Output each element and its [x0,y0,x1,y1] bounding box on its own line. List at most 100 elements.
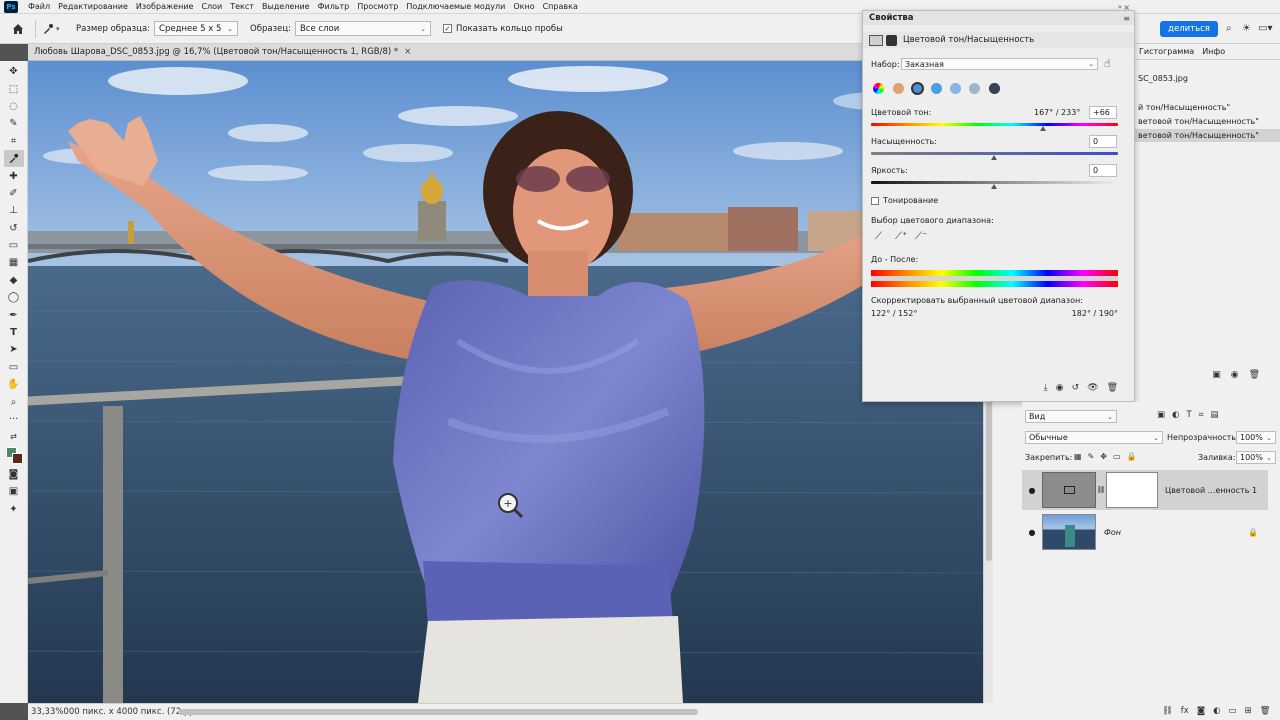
layer-mask-thumbnail[interactable] [1106,472,1158,508]
preset-swatch[interactable] [950,83,961,94]
eyedropper-icon[interactable]: ⟋ [875,231,882,242]
pen-tool-icon[interactable]: ✒ [4,306,24,323]
hue-slider-thumb[interactable] [1039,126,1046,131]
menu-filter[interactable]: Фильтр [314,2,354,11]
swap-colors-icon[interactable]: ⇄ [4,428,24,445]
add-mask-icon[interactable]: ◙ [1197,706,1205,716]
eyedropper-minus-icon[interactable]: ⟋⁻ [915,231,927,242]
link-icon[interactable]: ⛓ [1096,486,1106,494]
history-brush-tool-icon[interactable]: ↺ [4,220,24,237]
tab-histogram[interactable]: Гистограмма [1135,47,1198,56]
fill-input[interactable]: 100% ⌄ [1236,451,1276,464]
tab-info[interactable]: Инфо [1198,47,1229,56]
new-group-icon[interactable]: ▭ [1229,706,1237,716]
search-icon[interactable]: ⌕ [1226,23,1242,34]
eyedropper-tool-icon[interactable] [3,149,24,168]
type-tool-icon[interactable]: T [4,324,24,341]
filter-pixel-icon[interactable]: ▣ [1157,410,1165,420]
sample-select[interactable]: Все слои ⌄ [294,21,431,36]
layer-kind-filter[interactable]: Вид ⌄ [1025,410,1117,423]
lock-artboard-icon[interactable]: ▭ [1113,452,1121,461]
preset-swatch[interactable] [969,83,980,94]
gradient-tool-icon[interactable]: ▦ [4,254,24,271]
layer-row-background[interactable]: ● Фон 🔒 [1022,512,1268,552]
dodge-tool-icon[interactable]: ◯ [4,289,24,306]
filter-type-icon[interactable]: T [1186,410,1191,420]
delete-icon[interactable]: 🗑 [1249,370,1260,380]
menu-select[interactable]: Выделение [258,2,314,11]
lock-position-icon[interactable]: ✥ [1100,452,1107,461]
healing-brush-tool-icon[interactable]: ✚ [4,167,24,184]
delete-layer-icon[interactable]: 🗑 [1260,706,1271,716]
mask-icon[interactable] [886,34,897,46]
saturation-input[interactable]: 0 [1089,135,1117,148]
eyedropper-preset-icon[interactable]: ▾ [42,23,66,35]
menu-plugins[interactable]: Подключаемые модули [402,2,509,11]
layer-name[interactable]: Фон [1104,528,1121,537]
lightbulb-icon[interactable]: ☀ [1242,23,1258,34]
background-color-swatch[interactable] [11,452,23,464]
filter-adjustment-icon[interactable]: ◐ [1172,410,1179,420]
shape-tool-icon[interactable]: ▭ [4,359,24,376]
menu-layers[interactable]: Слои [197,2,226,11]
hue-input[interactable]: +66 [1089,106,1117,119]
hand-tool-icon[interactable]: ✋ [4,376,24,393]
menu-text[interactable]: Текст [226,2,258,11]
visibility-icon[interactable]: 👁 [1087,383,1098,393]
preset-select[interactable]: Заказная ⌄ [901,58,1098,70]
blend-mode-select[interactable]: Обычные ⌄ [1025,431,1163,444]
new-snapshot-icon[interactable]: ▣ [1212,370,1221,380]
lightness-input[interactable]: 0 [1089,164,1117,177]
hue-slider[interactable] [871,123,1118,126]
quick-mask-icon[interactable]: ◙ [4,466,24,483]
sample-size-select[interactable]: Среднее 5 x 5 ⌄ [154,21,239,36]
eraser-tool-icon[interactable]: ▭ [4,237,24,254]
menu-file[interactable]: Файл [24,2,54,11]
workspace-icon[interactable]: ▭▾ [1258,23,1280,34]
preset-swatch[interactable] [893,83,904,94]
lock-transparent-icon[interactable]: ▦ [1074,452,1082,461]
eyedropper-plus-icon[interactable]: ⟋⁺ [895,231,907,242]
close-tab-icon[interactable]: × [404,47,411,57]
show-ring-checkbox[interactable]: ✓ [442,24,452,33]
new-layer-icon[interactable]: ⊞ [1245,706,1252,716]
clip-to-layer-icon[interactable]: ⤓ [1044,383,1048,393]
history-item[interactable]: ветовой тон/Насыщенность" [1135,117,1280,126]
home-icon[interactable] [7,18,29,40]
menu-view[interactable]: Просмотр [353,2,402,11]
path-select-tool-icon[interactable]: ➤ [4,341,24,358]
filter-smart-icon[interactable]: ▤ [1210,410,1218,420]
clone-stamp-tool-icon[interactable]: ⊥ [4,202,24,219]
generative-icon[interactable]: ✦ [4,500,24,517]
screen-mode-icon[interactable]: ▣ [4,483,24,500]
camera-icon[interactable]: ◉ [1231,370,1239,380]
saturation-slider-thumb[interactable] [991,155,997,160]
view-previous-icon[interactable]: ◉ [1056,383,1064,393]
adjustment-thumbnail[interactable] [1042,472,1096,508]
document-tab[interactable]: Любовь Шарова_DSC_0853.jpg @ 16,7% (Цвет… [28,44,863,61]
preset-swatch[interactable] [931,83,942,94]
horizontal-scrollbar[interactable] [178,709,698,715]
new-adjustment-icon[interactable]: ◐ [1213,706,1220,716]
lasso-tool-icon[interactable]: ◌ [4,98,24,115]
visibility-eye-icon[interactable]: ● [1022,528,1042,537]
layer-row-adjustment[interactable]: ● ⛓ Цветовой ...енность 1 [1022,470,1268,510]
color-swatches[interactable] [4,446,24,466]
crop-tool-icon[interactable]: ⌗ [4,133,24,150]
layer-thumbnail[interactable] [1042,514,1096,550]
blur-tool-icon[interactable]: ◆ [4,272,24,289]
zoom-level[interactable]: 33,33% [31,707,63,717]
layer-style-icon[interactable]: fx [1181,706,1189,716]
share-button[interactable]: делиться [1160,20,1218,37]
history-item[interactable]: ветовой тон/Насыщенность" [1135,129,1280,142]
menu-help[interactable]: Справка [539,2,582,11]
lock-all-icon[interactable]: 🔒 [1127,452,1137,461]
zoom-tool-icon[interactable]: ⌕ [4,393,24,410]
targeted-adjust-hand-icon[interactable]: ☝ [1104,57,1111,70]
quick-select-tool-icon[interactable]: ✎ [4,115,24,132]
collapse-icon[interactable]: » [1118,3,1122,11]
preset-swatch-selected[interactable] [911,82,924,95]
menu-edit[interactable]: Редактирование [54,2,132,11]
opacity-input[interactable]: 100% ⌄ [1236,431,1276,444]
move-tool-icon[interactable]: ✥ [4,63,24,80]
